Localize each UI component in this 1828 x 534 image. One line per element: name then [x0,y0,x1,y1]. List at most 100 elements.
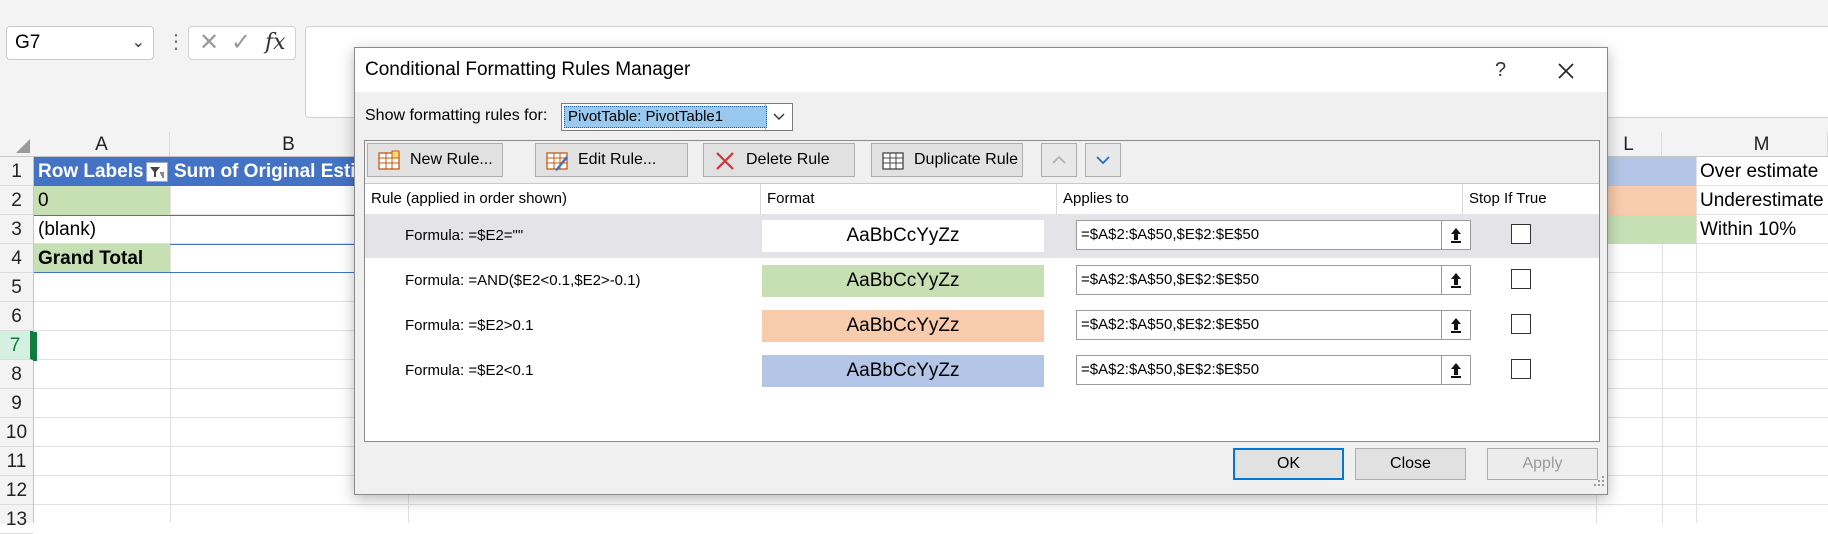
duplicate-rule-button[interactable]: Duplicate Rule [871,143,1023,177]
help-button[interactable]: ? [1495,48,1506,92]
range-picker-icon[interactable] [1441,221,1470,249]
chevron-down-icon [1096,156,1110,165]
column-format: Format [761,184,1057,214]
rule-row[interactable]: Formula: =$E2<0.1 AaBbCcYyZz =$A$2:$A$50… [365,349,1599,393]
rule-row[interactable]: Formula: =$E2>0.1 AaBbCcYyZz =$A$2:$A$50… [365,304,1599,348]
row-header[interactable]: 3 [0,215,33,244]
fx-icon[interactable]: fx [265,29,286,57]
row-header[interactable]: 8 [0,360,33,389]
conditional-formatting-dialog: Conditional Formatting Rules Manager ? S… [354,47,1608,495]
cell-a4[interactable]: Grand Total [34,244,170,273]
apply-button[interactable]: Apply [1487,448,1598,480]
chevron-down-icon[interactable] [765,104,792,130]
rules-toolbar: New Rule... Edit Rule... Delete Rule Dup… [365,141,1599,184]
new-rule-icon [378,150,400,172]
row-header[interactable]: 9 [0,389,33,418]
delete-icon [714,150,736,172]
row-header-selected[interactable]: 7 [0,331,33,360]
range-picker-icon[interactable] [1441,311,1470,339]
applies-to-value: =$A$2:$A$50,$E$2:$E$50 [1081,226,1260,243]
row-header[interactable]: 1 [0,157,33,186]
resize-grip-icon[interactable] [1593,474,1605,492]
cell-l1[interactable] [1596,157,1696,186]
rule-formula: Formula: =AND($E2<0.1,$E2>-0.1) [405,272,641,289]
more-options-icon[interactable]: ⋮ [166,26,186,58]
cell-m1[interactable]: Over estimate [1696,157,1828,186]
column-header-a[interactable]: A [34,132,170,156]
cell-a2[interactable]: 0 [34,186,170,215]
show-rules-label-text: Show formatting rules for: [365,107,548,124]
show-rules-value: PivotTable: PivotTable1 [564,106,767,128]
format-preview: AaBbCcYyZz [762,310,1044,342]
stop-if-true-checkbox[interactable] [1511,224,1531,244]
range-picker-icon[interactable] [1441,356,1470,384]
show-rules-label: Show formatting rules for: [365,105,547,127]
edit-rule-icon [546,150,568,172]
move-down-button[interactable] [1085,143,1121,177]
cell-l3[interactable] [1596,215,1696,244]
duplicate-rule-label: Duplicate Rule [914,151,1019,168]
rules-table-header: Rule (applied in order shown) Format App… [365,184,1599,214]
pivot-row-line [34,272,408,273]
name-box[interactable]: G7 ⌄ [6,26,154,60]
move-up-button[interactable] [1041,143,1077,177]
edit-rule-button[interactable]: Edit Rule... [535,143,688,177]
stop-if-true-checkbox[interactable] [1511,359,1531,379]
active-cell-indicator [33,332,37,361]
delete-rule-label: Delete Rule [746,151,830,168]
ok-button[interactable]: OK [1233,448,1344,480]
filter-button[interactable] [146,162,168,182]
show-rules-dropdown[interactable]: PivotTable: PivotTable1 [561,103,793,131]
filter-icon [150,167,164,178]
column-header-m[interactable]: M [1696,132,1828,156]
new-rule-button[interactable]: New Rule... [367,143,503,177]
rule-formula: Formula: =$E2>0.1 [405,317,534,334]
format-preview: AaBbCcYyZz [762,355,1044,387]
applies-to-value: =$A$2:$A$50,$E$2:$E$50 [1081,316,1260,333]
row-header[interactable]: 2 [0,186,33,215]
close-icon[interactable] [1551,56,1581,86]
new-rule-label: New Rule... [410,151,493,168]
format-preview: AaBbCcYyZz [762,265,1044,297]
stop-if-true-checkbox[interactable] [1511,314,1531,334]
applies-to-value: =$A$2:$A$50,$E$2:$E$50 [1081,271,1260,288]
cell-l2[interactable] [1596,186,1696,215]
row-header[interactable]: 10 [0,418,33,447]
cell-m2[interactable]: Underestimate [1696,186,1828,215]
row-header[interactable]: 13 [0,505,33,534]
format-preview: AaBbCcYyZz [762,220,1044,252]
select-all-corner[interactable] [0,132,33,156]
duplicate-rule-icon [882,150,904,172]
applies-to-field[interactable]: =$A$2:$A$50,$E$2:$E$50 [1076,310,1471,340]
enter-icon[interactable]: ✓ [231,29,251,57]
row-header[interactable]: 4 [0,244,33,273]
cancel-icon[interactable]: ✕ [199,29,219,57]
dialog-title: Conditional Formatting Rules Manager [365,59,691,80]
range-picker-icon[interactable] [1441,266,1470,294]
row-header[interactable]: 11 [0,447,33,476]
cell-a3[interactable]: (blank) [34,215,170,244]
rule-formula: Formula: =$E2="" [405,227,524,244]
row-headers: 1 2 3 4 5 6 7 8 9 10 11 12 13 [0,157,34,534]
rule-row[interactable]: Formula: =AND($E2<0.1,$E2>-0.1) AaBbCcYy… [365,259,1599,303]
chevron-down-icon[interactable]: ⌄ [132,27,145,59]
row-header[interactable]: 12 [0,476,33,505]
chevron-up-icon [1052,155,1066,164]
applies-to-field[interactable]: =$A$2:$A$50,$E$2:$E$50 [1076,265,1471,295]
applies-to-value: =$A$2:$A$50,$E$2:$E$50 [1081,361,1260,378]
column-applies-to: Applies to [1057,184,1463,214]
row-header[interactable]: 6 [0,302,33,331]
rule-row-selected[interactable]: Formula: =$E2="" AaBbCcYyZz =$A$2:$A$50,… [365,214,1599,258]
applies-to-field[interactable]: =$A$2:$A$50,$E$2:$E$50 [1076,355,1471,385]
applies-to-field[interactable]: =$A$2:$A$50,$E$2:$E$50 [1076,220,1471,250]
delete-rule-button[interactable]: Delete Rule [703,143,855,177]
cell-m3[interactable]: Within 10% [1696,215,1828,244]
close-button[interactable]: Close [1355,448,1466,480]
rules-panel: New Rule... Edit Rule... Delete Rule Dup… [364,140,1600,442]
rule-formula: Formula: =$E2<0.1 [405,362,534,379]
dialog-titlebar[interactable]: Conditional Formatting Rules Manager ? [355,48,1607,92]
name-box-value: G7 [15,32,41,53]
row-header[interactable]: 5 [0,273,33,302]
stop-if-true-checkbox[interactable] [1511,269,1531,289]
formula-buttons: ✕ ✓ fx [188,26,296,60]
